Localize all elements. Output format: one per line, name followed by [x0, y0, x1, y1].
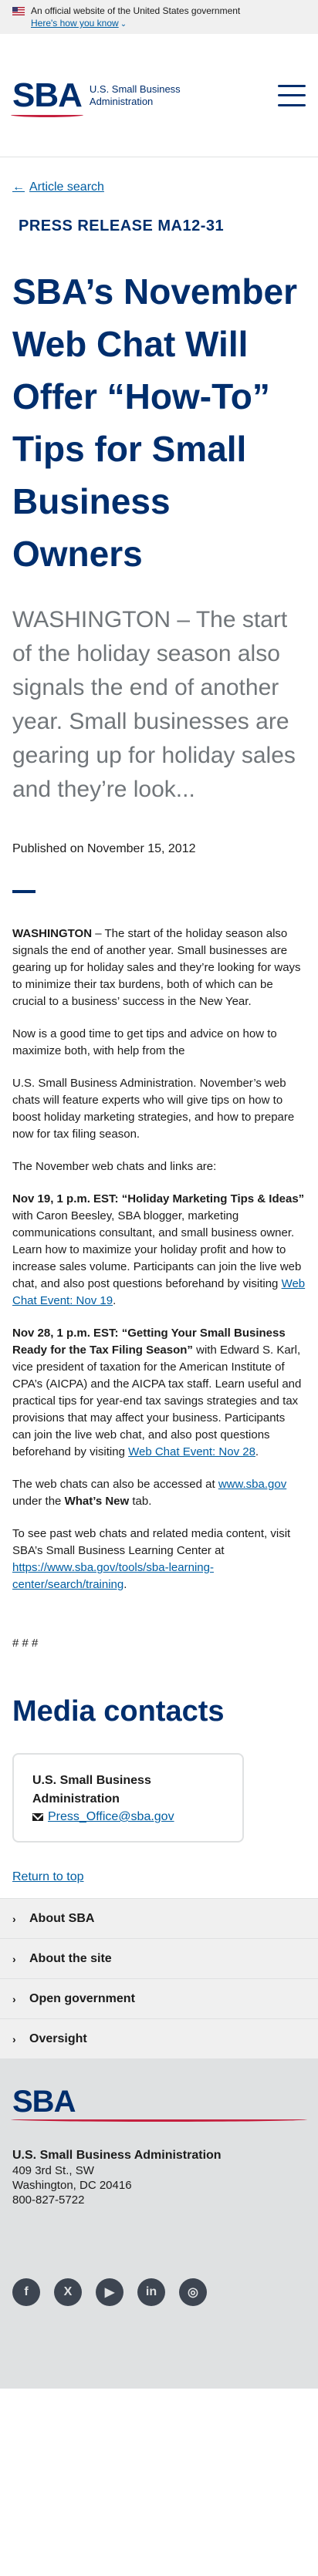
article-search-label: Article search [29, 180, 104, 194]
page-title: SBA’s November Web Chat Will Offer “How-… [12, 271, 297, 574]
footer-nav: › About SBA › About the site › Open governm… [0, 1898, 318, 2058]
how-you-know-link[interactable]: Here's how you know ⌄ [12, 17, 306, 31]
facebook-icon[interactable]: f [12, 2278, 40, 2306]
official-site-text: An official website of the United States… [31, 5, 241, 16]
chevron-right-icon: › [12, 1912, 16, 1925]
body-paragraph: WASHINGTON – The start of the holiday se… [12, 927, 301, 1008]
chevron-right-icon: › [12, 2032, 16, 2045]
instagram-icon[interactable]: ◎ [179, 2278, 207, 2306]
linkedin-icon[interactable]: in [137, 2278, 165, 2306]
sba-logo-letters: SBA [12, 76, 83, 114]
social-links: f X ▶ in ◎ [12, 2278, 306, 2306]
logo-text-line2: Administration [89, 95, 154, 107]
how-you-know-label: Here's how you know [31, 18, 119, 29]
contact-card: U.S. Small Business Administration Press… [12, 1753, 244, 1843]
footer-nav-open-government[interactable]: › Open government [0, 1978, 318, 2018]
end-marker: # # # [12, 1637, 39, 1650]
return-to-top-link[interactable]: Return to top [12, 1870, 306, 1884]
sba-gov-link[interactable]: www.sba.gov [218, 1478, 286, 1491]
footer-sba-logo[interactable]: SBA [11, 2085, 307, 2122]
sba-logo[interactable]: SBA U.S. Small Business Administration [11, 76, 181, 117]
body-paragraph: The November web chats and links are: [12, 1160, 217, 1173]
contact-name: U.S. Small Business Administration [32, 1774, 151, 1806]
footer-nav-label: About the site [29, 1951, 112, 1965]
body-paragraph: The web chats can also be accessed at ww… [12, 1478, 287, 1508]
footer-logo-letters: SBA [12, 2085, 76, 2119]
contact-email-row: Press_Office@sba.gov [32, 1810, 224, 1824]
mail-icon [32, 1813, 43, 1821]
footer-nav-label: About SBA [29, 1911, 95, 1925]
sba-logo-text: U.S. Small Business Administration [90, 83, 181, 108]
youtube-icon[interactable]: ▶ [96, 2278, 123, 2306]
us-flag-icon [12, 6, 25, 15]
body-paragraph: To see past web chats and related media … [12, 1527, 291, 1591]
footer-address-line1: 409 3rd St., SW [12, 2164, 94, 2177]
arrow-left-icon: ← [12, 180, 25, 194]
press-release-number: PRESS RELEASE MA12-31 [19, 217, 225, 234]
main-content: ← Article search PRESS RELEASE MA12-31 SB… [0, 176, 318, 1884]
footer-nav-label: Open government [29, 1991, 135, 2005]
site-header: SBA U.S. Small Business Administration [0, 34, 318, 157]
media-contacts-heading: Media contacts [12, 1695, 225, 1728]
footer-org-name: U.S. Small Business Administration [12, 2149, 222, 2162]
contact-email-link[interactable]: Press_Office@sba.gov [48, 1810, 174, 1824]
body-paragraph: Nov 28, 1 p.m. EST: “Getting Your Small … [12, 1327, 302, 1458]
body-paragraph: Nov 19, 1 p.m. EST: “Holiday Marketing T… [12, 1192, 306, 1307]
footer-nav-about-sba[interactable]: › About SBA [0, 1898, 318, 1938]
web-chat-nov28-link[interactable]: Web Chat Event: Nov 28 [128, 1445, 255, 1458]
published-date: Published on November 15, 2012 [12, 842, 196, 855]
body-paragraph: U.S. Small Business Administration. Nove… [12, 1077, 295, 1141]
chevron-down-icon: ⌄ [120, 20, 127, 29]
article-body: WASHINGTON – The start of the holiday se… [12, 926, 306, 1593]
article-search-link[interactable]: ← Article search [12, 176, 306, 199]
x-twitter-icon[interactable]: X [54, 2278, 82, 2306]
divider [12, 890, 36, 893]
footer-phone: 800-827-5722 [12, 2193, 85, 2207]
site-footer: SBA U.S. Small Business Administration 4… [0, 2058, 318, 2389]
footer-address-line2: Washington, DC 20416 [12, 2179, 132, 2192]
article-summary: WASHINGTON – The start of the holiday se… [12, 607, 296, 802]
learning-center-link[interactable]: https://www.sba.gov/tools/sba-learning-c… [12, 1561, 214, 1591]
chevron-right-icon: › [12, 1952, 16, 1965]
body-paragraph: Now is a good time to get tips and advic… [12, 1027, 277, 1057]
gov-banner: An official website of the United States… [0, 0, 318, 34]
chevron-right-icon: › [12, 1992, 16, 2005]
logo-text-line1: U.S. Small Business [89, 83, 181, 95]
hamburger-icon[interactable] [278, 84, 306, 106]
sba-logo-mark: SBA [11, 76, 83, 117]
footer-nav-oversight[interactable]: › Oversight [0, 2018, 318, 2058]
footer-nav-label: Oversight [29, 2031, 87, 2045]
footer-nav-about-site[interactable]: › About the site [0, 1938, 318, 1978]
